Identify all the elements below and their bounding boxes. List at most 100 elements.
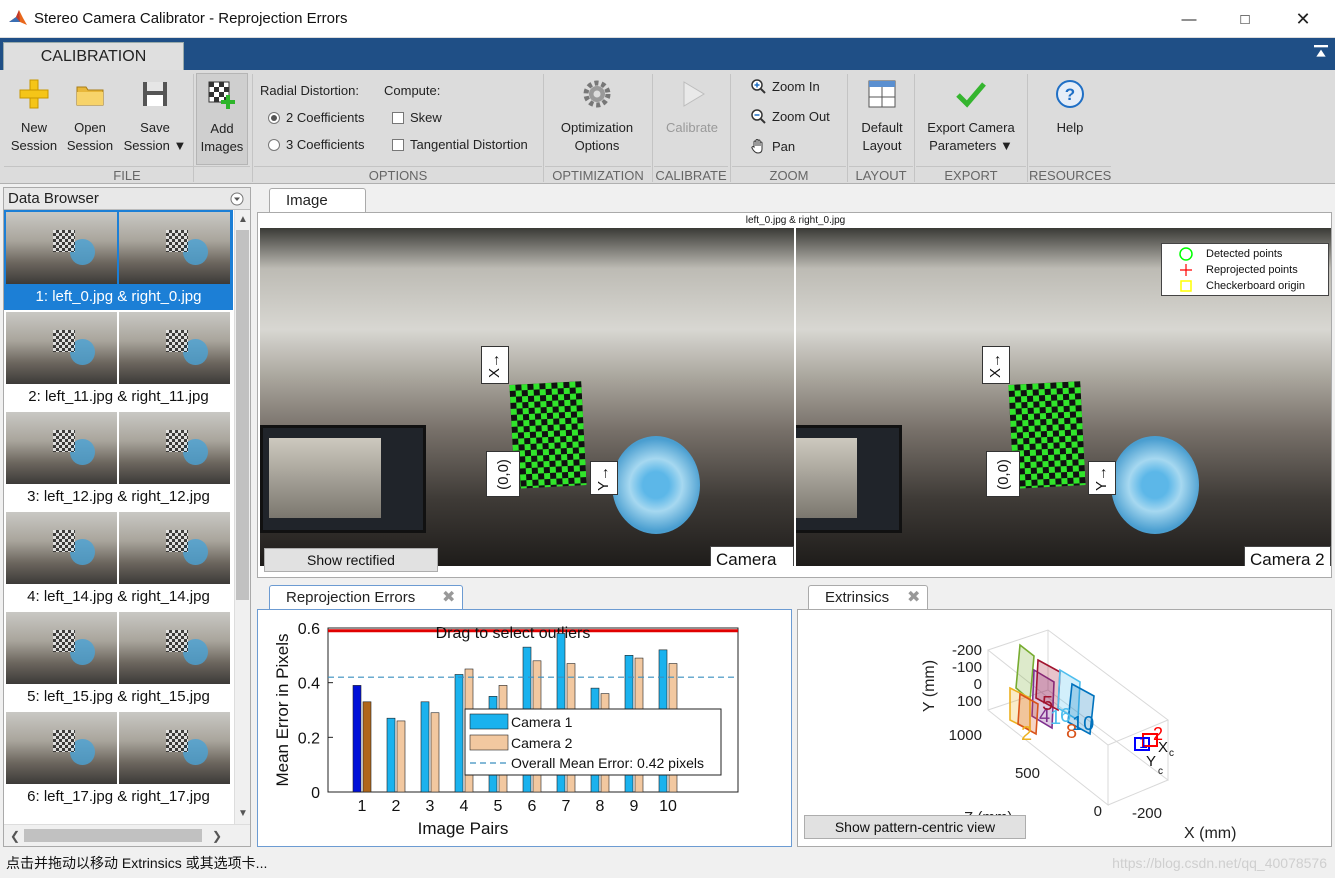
export-parameters-button[interactable]: Export Camera Parameters ▼ <box>918 78 1024 155</box>
matlab-logo-icon <box>9 10 27 25</box>
help-label: Help <box>1056 120 1084 135</box>
y-tick: -200 <box>952 642 982 659</box>
open-session-button[interactable]: Open Session <box>64 78 116 155</box>
maximize-button[interactable]: □ <box>1216 0 1274 38</box>
legend-label: Camera 2 <box>511 735 573 751</box>
x-tick-label: 6 <box>528 798 537 815</box>
default-layout-button[interactable]: Default Layout <box>852 78 912 155</box>
camera-number: 1 <box>1139 735 1148 752</box>
optimization-options-button[interactable]: Optimization Options <box>550 78 644 155</box>
y-tick-label: 0.6 <box>298 621 320 638</box>
new-session-button[interactable]: New Session <box>6 78 62 155</box>
checkerboard <box>509 381 587 489</box>
vertical-scrollbar[interactable]: ▲ ▼ <box>234 210 250 824</box>
extrinsics-panel: 2 4 1 5 6 8 10 2 1 X Y c c -200 -100 0 1… <box>797 609 1332 847</box>
folder-icon <box>76 86 104 106</box>
x-tick-label: 7 <box>562 798 571 815</box>
close-tab-icon[interactable]: ✖ <box>442 586 455 610</box>
list-item[interactable]: 2: left_11.jpg & right_11.jpg <box>4 310 233 410</box>
show-pattern-centric-button[interactable]: Show pattern-centric view <box>804 815 1026 839</box>
data-browser: Data Browser 1: left_0.jpg & right_0.jpg… <box>3 187 251 847</box>
x-tick-label: 4 <box>460 798 469 815</box>
zoom-in-button[interactable]: Zoom In <box>750 78 820 94</box>
skew-checkbox[interactable]: Skew <box>392 110 442 125</box>
camera2-label: Camera 2 <box>1244 546 1331 566</box>
tangential-label: Tangential Distortion <box>410 137 528 152</box>
y-axis-title: Mean Error in Pixels <box>273 633 292 786</box>
extrinsics-3d-plot[interactable]: 2 4 1 5 6 8 10 2 1 X Y c c -200 -100 0 1… <box>798 610 1331 846</box>
radio-selected-icon <box>268 111 280 124</box>
legend-label: Camera 1 <box>511 714 573 730</box>
coeff3-label: 3 Coefficients <box>286 137 365 152</box>
list-item[interactable]: 4: left_14.jpg & right_14.jpg <box>4 510 233 610</box>
save-session-button[interactable]: Save Session ▼ <box>120 78 190 155</box>
legend-reprojected: Reprojected points <box>1206 264 1298 276</box>
add-images-button[interactable]: Add Images <box>196 73 248 165</box>
section-optimization-label: OPTIMIZATION <box>545 166 651 184</box>
board-label: 10 <box>1072 713 1094 735</box>
scroll-right-icon[interactable]: ❯ <box>212 829 222 843</box>
tab-calibration[interactable]: CALIBRATION <box>3 42 184 70</box>
checkmark-icon <box>956 82 986 108</box>
bar-2 <box>396 720 406 793</box>
scroll-left-icon[interactable]: ❮ <box>10 829 20 843</box>
close-tab-icon[interactable]: ✖ <box>907 586 920 610</box>
x-tick: -200 <box>1132 805 1162 822</box>
help-button[interactable]: ? Help <box>1040 78 1100 137</box>
fan <box>612 436 700 534</box>
zoom-out-icon <box>751 109 766 124</box>
monitor <box>260 425 426 533</box>
x-axis-label: X→ <box>481 346 509 384</box>
coeff3-radio[interactable]: 3 Coefficients <box>268 137 365 152</box>
close-button[interactable]: ✕ <box>1274 0 1332 38</box>
play-icon <box>683 81 705 107</box>
list-item-label: 3: left_12.jpg & right_12.jpg <box>27 488 210 505</box>
calibrate-button[interactable]: Calibrate <box>656 78 728 137</box>
horizontal-scrollbar[interactable]: ❮ ❯ <box>4 824 250 846</box>
reprojection-bar-chart[interactable]: Drag to select outliers 1 2 3 4 5 6 7 8 9 10 0 0.2 0.… <box>258 610 791 846</box>
scroll-up-icon[interactable]: ▲ <box>238 214 248 225</box>
vertical-scroll-thumb[interactable] <box>236 230 249 600</box>
chevron-down-icon[interactable] <box>230 192 244 206</box>
list-item[interactable]: 3: left_12.jpg & right_12.jpg <box>4 410 233 510</box>
x-tick-label: 8 <box>596 798 605 815</box>
watermark: https://blog.csdn.net/qq_40078576 <box>1112 855 1327 871</box>
tab-reprojection-errors[interactable]: Reprojection Errors ✖ <box>269 585 463 610</box>
horizontal-scroll-thumb[interactable] <box>24 829 202 842</box>
pan-button[interactable]: Pan <box>750 138 795 154</box>
hand-icon <box>751 139 763 154</box>
thumbnail-pair <box>6 312 230 384</box>
scroll-down-icon[interactable]: ▼ <box>238 808 248 819</box>
tangential-checkbox[interactable]: Tangential Distortion <box>392 137 528 152</box>
ribbon-tabstrip <box>0 38 1335 70</box>
zoom-out-button[interactable]: Zoom Out <box>750 108 830 124</box>
coeff2-radio[interactable]: 2 Coefficients <box>268 110 365 125</box>
list-item-label: 6: left_17.jpg & right_17.jpg <box>27 788 210 805</box>
minimize-button[interactable]: — <box>1160 0 1218 38</box>
data-browser-header: Data Browser <box>4 188 250 210</box>
section-export-label: EXPORT <box>916 166 1026 184</box>
collapse-ribbon-icon[interactable] <box>1314 45 1328 59</box>
default-layout-label-1: Default <box>861 120 903 135</box>
thumbnail-left <box>6 212 117 284</box>
section-layout-label: LAYOUT <box>849 166 913 184</box>
list-item[interactable]: 5: left_15.jpg & right_15.jpg <box>4 610 233 710</box>
image-caption: left_0.jpg & right_0.jpg <box>745 215 846 226</box>
thumbnail-right <box>119 212 230 284</box>
reprojection-tab-label: Reprojection Errors <box>286 589 416 606</box>
section-resources-label: RESOURCES <box>1029 166 1112 183</box>
drag-outliers-annotation: Drag to select outliers <box>436 625 591 642</box>
svg-text:?: ? <box>1065 85 1075 104</box>
list-item[interactable]: 6: left_17.jpg & right_17.jpg <box>4 710 233 810</box>
x-axis-title: X (mm) <box>1184 825 1236 842</box>
tab-image[interactable]: Image <box>269 188 366 213</box>
tab-extrinsics[interactable]: Extrinsics ✖ <box>808 585 928 610</box>
show-rectified-button[interactable]: Show rectified <box>264 548 438 572</box>
x-tick-label: 1 <box>358 798 367 815</box>
thumbnail-left <box>6 312 117 384</box>
list-item[interactable]: 1: left_0.jpg & right_0.jpg <box>4 210 233 310</box>
image-panel: left_0.jpg & right_0.jpg X→ (0,0) Y→ Cam… <box>257 212 1332 578</box>
camera-sub-c: c <box>1158 766 1163 777</box>
thumbnail-right <box>119 512 230 584</box>
camera1-image[interactable]: X→ (0,0) Y→ Camera 1 <box>260 228 794 566</box>
